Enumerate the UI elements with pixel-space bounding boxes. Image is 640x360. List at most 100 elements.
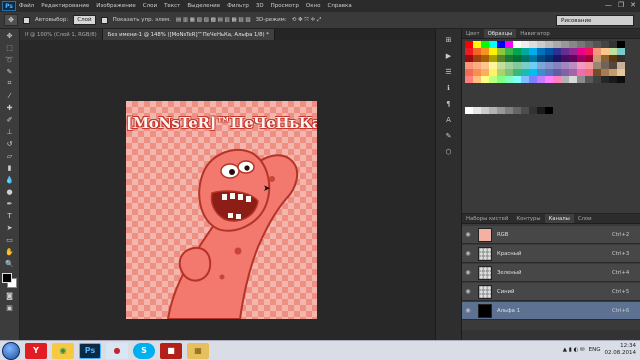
menu-help[interactable]: Справка bbox=[327, 3, 351, 9]
color-swatch[interactable] bbox=[497, 76, 505, 83]
color-swatch[interactable] bbox=[489, 62, 497, 69]
move-tool-preset-icon[interactable]: ✥ bbox=[4, 14, 18, 26]
tab-color[interactable]: Цвет bbox=[462, 29, 484, 38]
color-swatch[interactable] bbox=[569, 48, 577, 55]
color-swatch[interactable] bbox=[529, 62, 537, 69]
color-swatch[interactable] bbox=[617, 41, 625, 48]
color-swatch[interactable] bbox=[537, 55, 545, 62]
tab-paths[interactable]: Контуры bbox=[512, 214, 544, 223]
color-swatch[interactable] bbox=[489, 55, 497, 62]
color-swatch[interactable] bbox=[473, 41, 481, 48]
gray-swatch[interactable] bbox=[497, 107, 505, 114]
color-swatch[interactable] bbox=[505, 76, 513, 83]
gray-swatch[interactable] bbox=[529, 107, 537, 114]
color-swatch[interactable] bbox=[561, 62, 569, 69]
gray-swatch[interactable] bbox=[545, 107, 553, 114]
quick-select-tool-icon[interactable]: ✎ bbox=[3, 66, 17, 77]
color-swatch[interactable] bbox=[553, 55, 561, 62]
gray-swatch[interactable] bbox=[473, 107, 481, 114]
bandicam-icon[interactable]: ● bbox=[106, 342, 128, 359]
channel-row[interactable]: ◉ Синий Ctrl+5 bbox=[462, 283, 640, 301]
color-swatch[interactable] bbox=[465, 55, 473, 62]
color-swatch[interactable] bbox=[465, 62, 473, 69]
color-swatch[interactable] bbox=[513, 69, 521, 76]
color-swatch[interactable] bbox=[553, 76, 561, 83]
color-swatch[interactable] bbox=[465, 76, 473, 83]
color-swatch[interactable] bbox=[537, 76, 545, 83]
align-icons[interactable]: ▤ ▥ ▦ ▧ ▨ ▩ ▤ ▥ ▦ ▧ ▨ bbox=[176, 17, 251, 23]
color-swatch[interactable] bbox=[481, 55, 489, 62]
color-swatch[interactable] bbox=[505, 55, 513, 62]
color-swatch[interactable] bbox=[497, 48, 505, 55]
pen-tool-icon[interactable]: ✒ bbox=[3, 198, 17, 209]
files-icon[interactable]: ▦ bbox=[187, 342, 209, 359]
color-swatch[interactable] bbox=[585, 48, 593, 55]
actions-panel-icon[interactable]: ▶ bbox=[443, 51, 455, 61]
quick-mask-icon[interactable]: ◙ bbox=[3, 290, 17, 301]
color-swatch[interactable] bbox=[513, 41, 521, 48]
color-swatch[interactable] bbox=[545, 62, 553, 69]
menu-file[interactable]: Файл bbox=[19, 3, 34, 9]
color-swatch[interactable] bbox=[561, 48, 569, 55]
color-swatch[interactable] bbox=[473, 76, 481, 83]
blur-tool-icon[interactable]: 💧 bbox=[3, 174, 17, 185]
gray-swatch[interactable] bbox=[489, 107, 497, 114]
color-swatch[interactable] bbox=[489, 76, 497, 83]
color-swatch[interactable] bbox=[561, 41, 569, 48]
color-swatch[interactable] bbox=[497, 69, 505, 76]
color-swatch[interactable] bbox=[569, 76, 577, 83]
color-swatch[interactable] bbox=[617, 55, 625, 62]
brush-tool-icon[interactable]: ✐ bbox=[3, 114, 17, 125]
color-swatch[interactable] bbox=[513, 62, 521, 69]
gradient-tool-icon[interactable]: ▮ bbox=[3, 162, 17, 173]
channel-row[interactable]: ◉ RGB Ctrl+2 bbox=[462, 226, 640, 244]
channel-row[interactable]: ◉ Красный Ctrl+3 bbox=[462, 245, 640, 263]
color-swatch[interactable] bbox=[601, 62, 609, 69]
color-swatch[interactable] bbox=[593, 62, 601, 69]
color-swatch[interactable] bbox=[521, 76, 529, 83]
dodge-tool-icon[interactable]: ● bbox=[3, 186, 17, 197]
color-swatch[interactable] bbox=[617, 62, 625, 69]
skype-icon[interactable]: S bbox=[133, 342, 155, 359]
visibility-eye-icon[interactable]: ◉ bbox=[462, 231, 474, 238]
color-swatch[interactable] bbox=[529, 55, 537, 62]
color-swatch[interactable] bbox=[529, 69, 537, 76]
color-swatch[interactable] bbox=[497, 55, 505, 62]
color-swatch[interactable] bbox=[577, 48, 585, 55]
foreground-color-swatch[interactable] bbox=[1, 273, 12, 283]
tab-swatches[interactable]: Образцы bbox=[483, 29, 517, 38]
color-swatch[interactable] bbox=[473, 62, 481, 69]
info-panel-icon[interactable]: ℹ bbox=[443, 83, 455, 93]
menu-layer[interactable]: Слои bbox=[143, 3, 157, 9]
color-swatch[interactable] bbox=[505, 62, 513, 69]
color-swatch[interactable] bbox=[561, 69, 569, 76]
color-swatch[interactable] bbox=[505, 48, 513, 55]
color-swatch[interactable] bbox=[609, 69, 617, 76]
hand-tool-icon[interactable]: ✋ bbox=[3, 246, 17, 257]
color-swatch[interactable] bbox=[617, 69, 625, 76]
gray-swatch[interactable] bbox=[481, 107, 489, 114]
color-swatch[interactable] bbox=[529, 41, 537, 48]
color-swatch[interactable] bbox=[481, 41, 489, 48]
chrome-icon[interactable]: ◉ bbox=[52, 342, 74, 359]
color-swatch[interactable] bbox=[481, 76, 489, 83]
color-swatch[interactable] bbox=[601, 48, 609, 55]
color-swatch[interactable] bbox=[609, 41, 617, 48]
zoom-tool-icon[interactable]: 🔍 bbox=[3, 258, 17, 269]
color-swatch[interactable] bbox=[561, 76, 569, 83]
gray-swatch[interactable] bbox=[505, 107, 513, 114]
tab-brush-presets[interactable]: Наборы кистей bbox=[462, 214, 512, 223]
history-brush-icon[interactable]: ↺ bbox=[3, 138, 17, 149]
color-swatch[interactable] bbox=[601, 76, 609, 83]
auto-select-dropdown[interactable]: Слой bbox=[73, 15, 96, 25]
3d-panel-icon[interactable]: ⬡ bbox=[443, 147, 455, 157]
3d-mode-icons[interactable]: ⟲ ✥ ⤧ ✛ ⤢ bbox=[292, 17, 322, 24]
color-swatch[interactable] bbox=[609, 62, 617, 69]
color-swatch[interactable] bbox=[545, 48, 553, 55]
properties-panel-icon[interactable]: ☰ bbox=[443, 67, 455, 77]
visibility-eye-icon[interactable]: ◉ bbox=[462, 269, 474, 276]
document-canvas[interactable]: [MoNsTeR]™ПеЧеНьКа bbox=[126, 101, 317, 319]
color-swatch[interactable] bbox=[553, 41, 561, 48]
color-swatch[interactable] bbox=[489, 41, 497, 48]
color-swatch[interactable] bbox=[537, 41, 545, 48]
